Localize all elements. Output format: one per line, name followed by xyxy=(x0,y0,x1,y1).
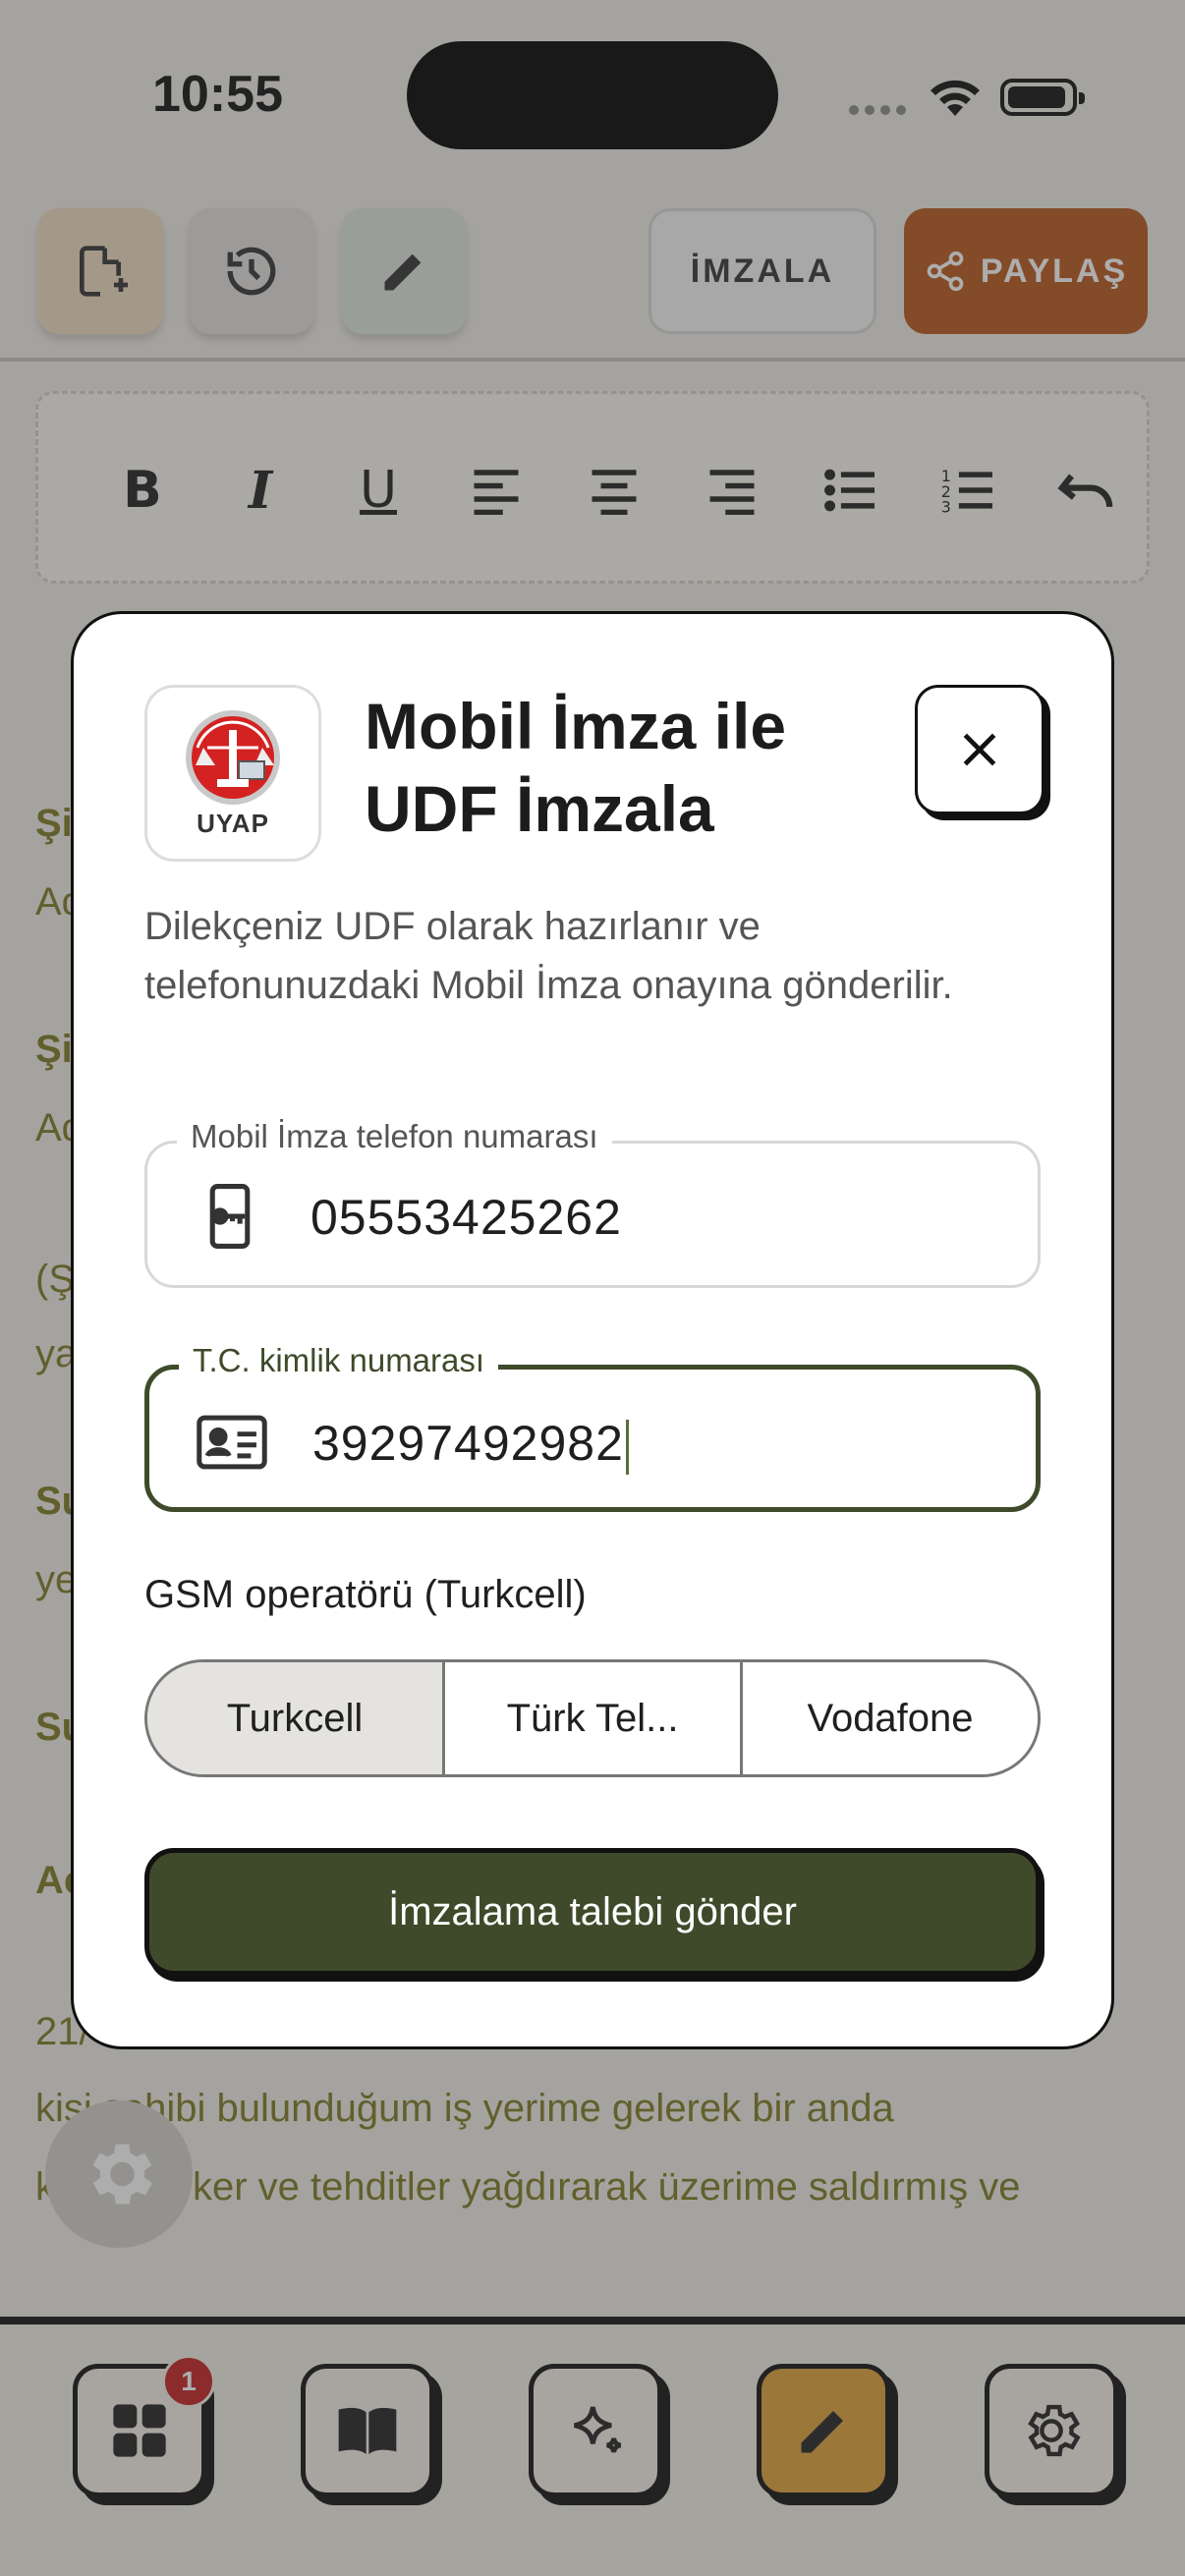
uyap-logo: UYAP xyxy=(144,685,321,862)
phone-number-label: Mobil İmza telefon numarası xyxy=(177,1118,612,1155)
tc-id-field[interactable]: T.C. kimlik numarası 39297492982 xyxy=(144,1342,1041,1512)
uyap-logo-text: UYAP xyxy=(197,808,269,838)
close-button[interactable] xyxy=(915,685,1044,814)
id-card-icon xyxy=(193,1403,271,1482)
operator-option-turk-telekom[interactable]: Türk Tel... xyxy=(445,1662,743,1774)
operator-option-vodafone[interactable]: Vodafone xyxy=(743,1662,1038,1774)
text-caret xyxy=(625,1419,629,1475)
phone-number-value: 05553425262 xyxy=(310,1190,622,1245)
dialog-description: Dilekçeniz UDF olarak hazırlanır ve tele… xyxy=(144,905,953,1007)
tc-id-label: T.C. kimlik numarası xyxy=(179,1342,499,1379)
send-signature-request-button[interactable]: İmzalama talebi gönder xyxy=(144,1848,1041,1976)
tc-id-text: 39297492982 xyxy=(312,1416,624,1471)
phone-number-field[interactable]: Mobil İmza telefon numarası 05553425262 xyxy=(144,1118,1041,1288)
send-signature-request-label: İmzalama talebi gönder xyxy=(388,1889,797,1933)
gsm-operator-label: GSM operatörü (Turkcell) xyxy=(144,1573,587,1616)
dialog-title: Mobil İmza ile UDF İmzala xyxy=(365,690,787,845)
operator-segmented-control: Turkcell Türk Tel... Vodafone xyxy=(144,1659,1041,1777)
phone-key-icon xyxy=(191,1177,269,1256)
tc-id-value: 39297492982 xyxy=(312,1415,629,1475)
mobile-signature-dialog: UYAP Mobil İmza ile UDF İmzala Dilekçeni… xyxy=(71,611,1114,2049)
close-icon xyxy=(963,733,996,766)
operator-option-turkcell[interactable]: Turkcell xyxy=(147,1662,445,1774)
uyap-emblem-icon xyxy=(186,709,280,805)
